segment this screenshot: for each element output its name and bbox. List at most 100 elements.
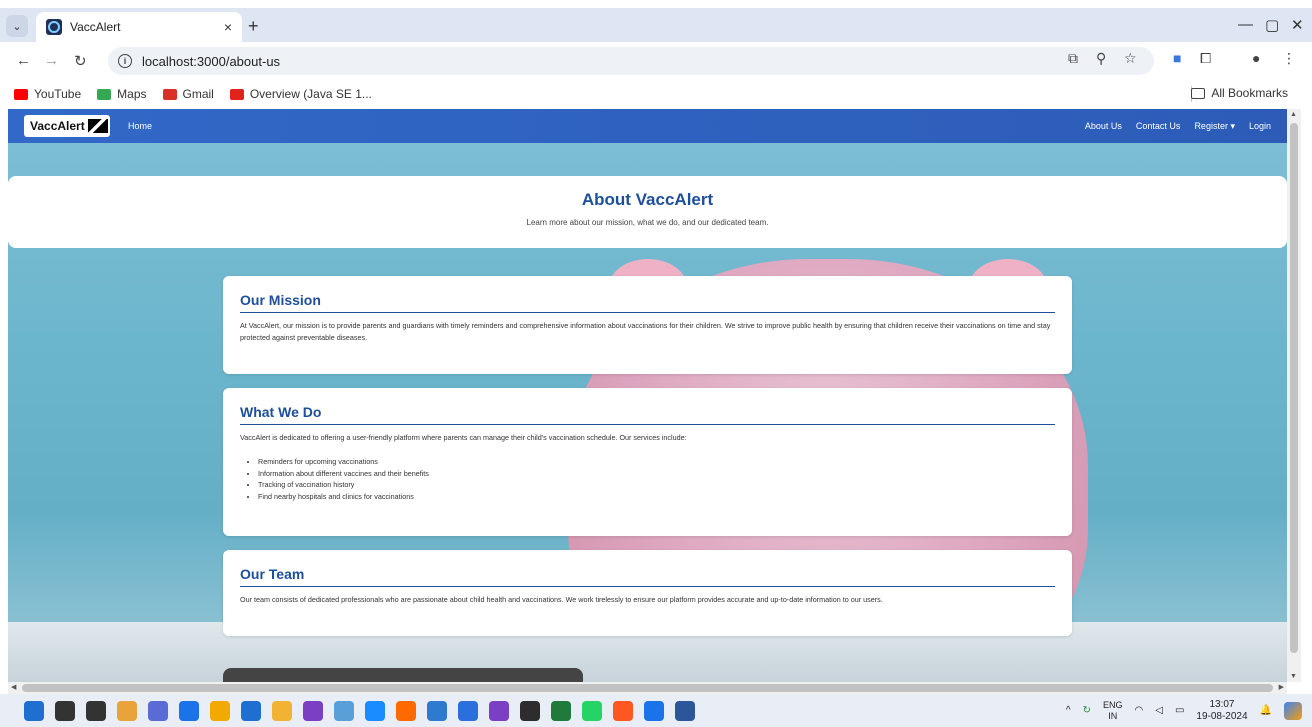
windows-start-icon[interactable]	[24, 700, 44, 721]
taskbar-app-icon[interactable]	[210, 700, 230, 721]
nav-register-dropdown[interactable]: Register ▾	[1194, 121, 1235, 132]
horizontal-scroll-thumb[interactable]	[22, 684, 1273, 692]
back-arrow-icon[interactable]: ←	[16, 52, 31, 69]
clock-date: 19-08-2024	[1196, 710, 1248, 722]
list-item: Information about different vaccines and…	[258, 468, 1055, 480]
taskbar-app-icon[interactable]	[86, 700, 106, 721]
taskbar-app-icon[interactable]	[148, 700, 168, 721]
brand-name: VaccAlert	[30, 119, 85, 133]
maps-icon	[97, 88, 112, 100]
browser-toolbar: ← → ↻ i localhost:3000/about-us ⧉ ⚲ ☆ ■ …	[0, 42, 1312, 80]
taskbar-app-icon[interactable]	[303, 700, 323, 721]
bookmark-gmail[interactable]: Gmail	[162, 87, 214, 101]
nav-link-login[interactable]: Login	[1249, 121, 1271, 131]
bookmark-label: Maps	[117, 87, 147, 101]
system-tray: ^ ↻ ENG IN ◠ ◁ ▭ 13:07 19-08-2024 🔔	[1066, 694, 1302, 727]
mission-card: Our Mission At VaccAlert, our mission is…	[223, 276, 1072, 374]
clock[interactable]: 13:07 19-08-2024	[1196, 699, 1247, 723]
youtube-icon	[14, 88, 28, 100]
taskbar-app-icon[interactable]	[613, 700, 633, 721]
language-code: ENG	[1102, 699, 1123, 710]
volume-icon[interactable]: ◁	[1155, 705, 1163, 716]
site-info-icon[interactable]: i	[118, 54, 132, 68]
restore-button[interactable]: ▢	[1265, 16, 1279, 34]
scroll-down-arrow-icon[interactable]: ▼	[1290, 673, 1297, 680]
battery-icon[interactable]: ▭	[1175, 705, 1184, 716]
background-stethoscope-image	[223, 668, 583, 682]
services-list: Reminders for upcoming vaccinations Info…	[240, 456, 1055, 502]
profile-avatar-icon[interactable]: ●	[1252, 50, 1260, 66]
notification-bell-icon[interactable]: 🔔	[1260, 705, 1272, 716]
zoom-icon[interactable]: ⚲	[1096, 50, 1106, 67]
folder-icon	[1191, 87, 1206, 99]
taskbar-app-icon[interactable]	[396, 700, 416, 721]
list-item: Reminders for upcoming vaccinations	[258, 456, 1055, 468]
taskbar-app-icon[interactable]	[117, 700, 137, 721]
url-text: localhost:3000/about-us	[142, 53, 281, 69]
taskbar-app-icon[interactable]	[644, 700, 664, 721]
taskbar-app-icon[interactable]	[675, 700, 695, 721]
brand-logo[interactable]: VaccAlert	[24, 115, 110, 137]
nav-links-right: About Us Contact Us Register ▾ Login	[1085, 109, 1271, 143]
nav-link-home[interactable]: Home	[128, 121, 152, 131]
page-title: About VaccAlert	[581, 190, 714, 209]
browser-tab-strip: ⌄ VaccAlert × + — ▢ ✕	[0, 8, 1312, 42]
tab-close-icon[interactable]: ×	[224, 19, 232, 35]
show-hidden-icons-icon[interactable]: ^	[1066, 705, 1071, 716]
bookmark-star-icon[interactable]: ☆	[1124, 50, 1137, 67]
tab-search-button[interactable]: ⌄	[6, 15, 28, 37]
horizontal-scrollbar[interactable]: ◀ ▶	[8, 682, 1287, 694]
region-code: IN	[1108, 710, 1118, 721]
reload-icon[interactable]: ↻	[74, 52, 87, 70]
menu-kebab-icon[interactable]: ⋮	[1282, 50, 1296, 67]
copilot-icon[interactable]	[1284, 701, 1302, 720]
vertical-scrollbar[interactable]: ▲ ▼	[1287, 109, 1301, 682]
taskbar-app-icon[interactable]	[582, 700, 602, 721]
bookmark-youtube[interactable]: YouTube	[14, 87, 81, 101]
what-we-do-text: VaccAlert is dedicated to offering a use…	[240, 433, 687, 442]
forward-arrow-icon[interactable]: →	[44, 52, 59, 69]
minimize-button[interactable]: —	[1238, 16, 1253, 33]
nav-link-contact-us[interactable]: Contact Us	[1136, 121, 1181, 131]
language-indicator[interactable]: ENG IN	[1103, 700, 1123, 722]
oracle-icon	[229, 88, 244, 100]
taskbar-app-icon[interactable]	[241, 700, 261, 721]
site-navbar: VaccAlert Home About Us Contact Us Regis…	[8, 109, 1287, 143]
team-heading: Our Team	[240, 566, 1055, 587]
scroll-up-arrow-icon[interactable]: ▲	[1290, 111, 1297, 118]
taskbar-app-icon[interactable]	[551, 700, 571, 721]
taskbar-app-icon[interactable]	[427, 700, 447, 721]
all-bookmarks-label: All Bookmarks	[1211, 86, 1288, 100]
bookmark-label: Gmail	[182, 87, 214, 101]
screen-top-strip	[0, 0, 1312, 8]
taskbar-app-icon[interactable]	[489, 700, 509, 721]
taskbar-app-icon[interactable]	[179, 700, 199, 721]
sync-icon[interactable]: ↻	[1083, 705, 1091, 716]
bookmark-label: Overview (Java SE 1...	[249, 87, 372, 101]
taskbar-app-icon[interactable]	[520, 700, 540, 721]
gmail-icon	[162, 88, 177, 100]
taskbar-app-icon[interactable]	[334, 700, 354, 721]
close-window-button[interactable]: ✕	[1291, 16, 1304, 34]
bookmark-java-overview[interactable]: Overview (Java SE 1...	[229, 87, 372, 101]
address-bar[interactable]: i localhost:3000/about-us	[108, 47, 1154, 75]
team-text: Our team consists of dedicated professio…	[240, 595, 883, 604]
what-we-do-heading: What We Do	[240, 404, 1055, 425]
extensions-puzzle-icon[interactable]: ⧠	[1200, 50, 1211, 67]
wifi-icon[interactable]: ◠	[1135, 705, 1144, 716]
nav-link-about-us[interactable]: About Us	[1085, 121, 1122, 131]
taskbar-app-icon[interactable]	[458, 700, 478, 721]
install-app-icon[interactable]: ⧉	[1068, 50, 1078, 67]
scroll-right-arrow-icon[interactable]: ▶	[1279, 683, 1284, 691]
extension-icon[interactable]: ■	[1173, 50, 1181, 66]
vertical-scroll-thumb[interactable]	[1290, 123, 1298, 653]
taskbar-app-icon[interactable]	[365, 700, 385, 721]
new-tab-button[interactable]: +	[248, 16, 259, 37]
all-bookmarks-button[interactable]: All Bookmarks	[1191, 86, 1288, 100]
browser-tab-active[interactable]: VaccAlert ×	[36, 12, 242, 42]
taskbar-search-icon[interactable]	[55, 700, 75, 721]
bookmark-maps[interactable]: Maps	[97, 87, 147, 101]
page-viewport: VaccAlert Home About Us Contact Us Regis…	[8, 109, 1287, 682]
scroll-left-arrow-icon[interactable]: ◀	[11, 683, 16, 691]
taskbar-app-icon[interactable]	[272, 700, 292, 721]
